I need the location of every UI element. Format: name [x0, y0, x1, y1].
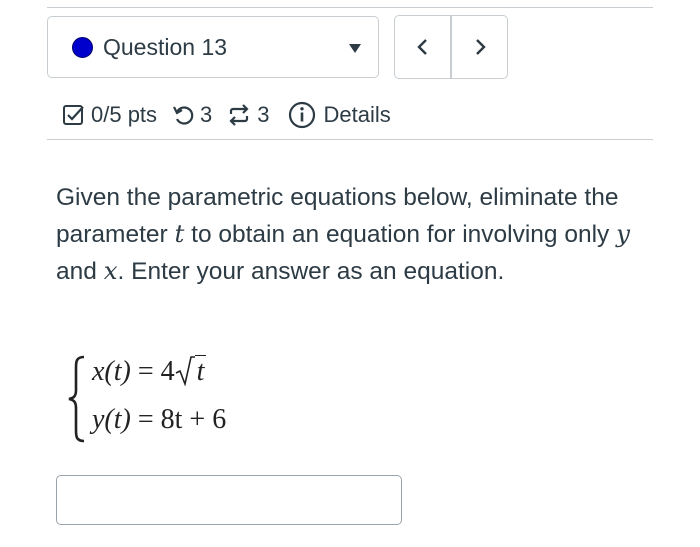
variable-t: t: [174, 219, 185, 248]
equation-x-coefficient: 4: [160, 356, 175, 387]
details-link[interactable]: Details: [324, 102, 391, 128]
info-icon[interactable]: [288, 101, 316, 129]
resubmissions-count: 3: [257, 102, 270, 127]
top-divider: [47, 7, 653, 8]
previous-question-button[interactable]: [395, 16, 450, 78]
caret-down-icon: [349, 44, 361, 53]
attempts-count: 3: [200, 102, 213, 127]
score-text: 0/5 pts: [91, 102, 158, 127]
radicand-t: t: [194, 355, 207, 387]
question-status-dot: [72, 36, 93, 58]
checkbox-check-icon: [62, 103, 86, 127]
question-text-part: and: [56, 258, 104, 285]
undo-attempts-icon: [171, 103, 195, 127]
question-label: Question 13: [103, 33, 228, 60]
variable-x: x: [103, 256, 118, 285]
parametric-system: x(t) = 4t y(t) = 8t + 6: [66, 354, 326, 444]
square-root: t: [175, 355, 207, 388]
left-brace: [68, 355, 85, 443]
question-meta: 0/5 pts 3 3 Details: [62, 98, 391, 132]
variable-y: y: [616, 219, 630, 248]
equation-y-rhs: 8t + 6: [160, 404, 227, 435]
question-text-part: to obtain an equation for involving only: [184, 221, 617, 248]
next-question-button[interactable]: [450, 16, 507, 78]
equation-x: x(t) = 4t: [92, 355, 207, 388]
question-selector[interactable]: Question 13: [47, 16, 379, 78]
resubmit-icon: [226, 103, 252, 127]
chevron-left-icon: [416, 39, 427, 55]
equation-y-lhs: y(t): [92, 404, 131, 435]
question-text: Given the parametric equations below, el…: [56, 180, 656, 290]
equation-y: y(t) = 8t + 6: [92, 404, 227, 435]
question-navigation: [394, 15, 508, 79]
equation-x-lhs: x(t): [92, 356, 131, 387]
header-divider: [47, 139, 653, 140]
question-text-part: . Enter your answer as an equation.: [117, 258, 505, 285]
chevron-right-icon: [475, 39, 486, 55]
answer-input[interactable]: [56, 475, 402, 525]
